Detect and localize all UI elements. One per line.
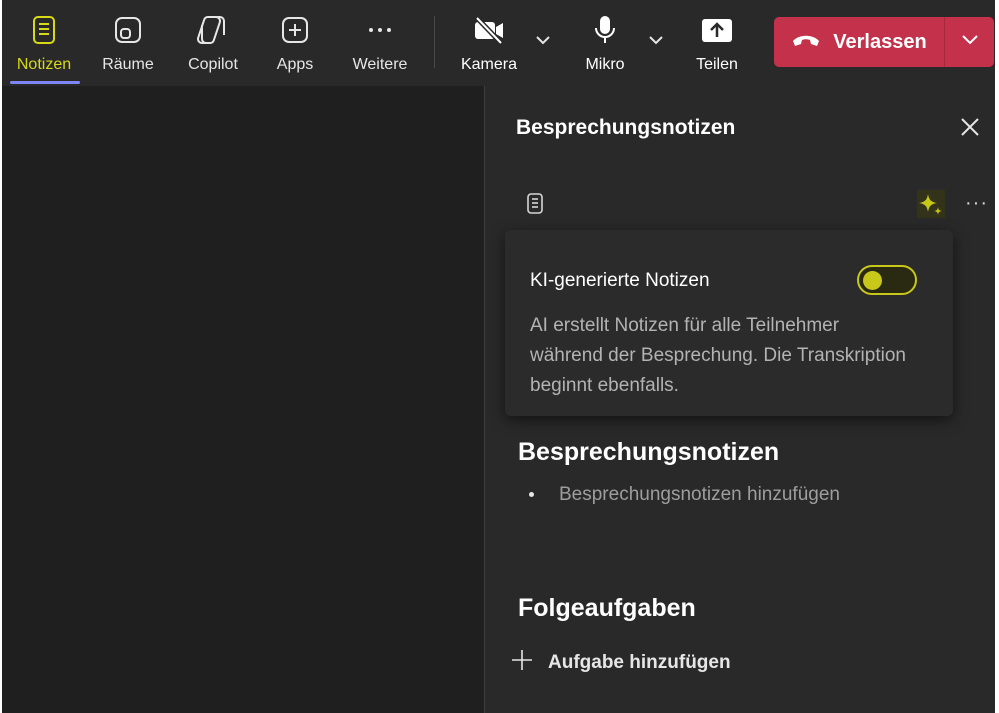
microphone-icon (593, 13, 617, 47)
toolbar-notes-button[interactable]: Notizen (9, 0, 79, 86)
toolbar-more-button[interactable]: Weitere (346, 0, 414, 86)
copilot-icon (195, 13, 231, 47)
toolbar-rooms-label: Räume (102, 56, 154, 73)
meeting-window: Notizen Räume Copilot Apps Weitere Kamer… (2, 0, 995, 713)
toolbar-apps-label: Apps (276, 56, 314, 73)
notes-heading: Besprechungsnotizen (518, 438, 780, 466)
mic-options-chevron-icon[interactable] (648, 33, 664, 51)
toolbar-share-label: Teilen (696, 56, 738, 73)
meeting-toolbar: Notizen Räume Copilot Apps Weitere Kamer… (2, 0, 995, 86)
camera-options-chevron-icon[interactable] (535, 33, 551, 51)
toolbar-divider (434, 16, 435, 68)
toolbar-apps-button[interactable]: Apps (264, 0, 326, 86)
chevron-down-icon (960, 33, 980, 52)
panel-more-options-icon[interactable]: ··· (965, 192, 988, 215)
bullet-point (529, 492, 534, 497)
apps-icon (280, 13, 310, 47)
meeting-stage (2, 86, 484, 713)
tasks-heading: Folgeaufgaben (518, 594, 696, 622)
leave-options-button[interactable] (945, 17, 994, 67)
leave-label: Verlassen (833, 30, 927, 53)
camera-off-icon (472, 13, 506, 47)
add-notes-input[interactable]: Besprechungsnotizen hinzufügen (559, 484, 840, 506)
add-task-button[interactable]: Aufgabe hinzufügen (510, 648, 731, 677)
toolbar-mic-label: Mikro (585, 56, 625, 73)
sparkle-icon (917, 190, 945, 222)
plus-icon (510, 648, 534, 677)
close-icon (959, 118, 981, 142)
phone-hangup-icon (791, 32, 821, 53)
notes-document-icon (525, 192, 545, 221)
ai-notes-toggle[interactable] (857, 265, 917, 295)
more-icon (365, 13, 395, 47)
toolbar-more-label: Weitere (352, 56, 408, 73)
rooms-icon (113, 13, 143, 47)
toolbar-notes-label: Notizen (16, 56, 72, 73)
ai-notes-title: KI-generierte Notizen (530, 270, 710, 291)
toolbar-camera-button[interactable]: Kamera (456, 0, 522, 86)
add-task-label: Aufgabe hinzufügen (548, 651, 731, 673)
ai-notes-button[interactable] (917, 190, 945, 223)
toggle-knob (863, 271, 882, 290)
ai-notes-popup: KI-generierte Notizen AI erstellt Notize… (505, 230, 953, 416)
toolbar-camera-label: Kamera (460, 56, 518, 73)
ai-notes-description: AI erstellt Notizen für alle Teilnehmer … (530, 315, 906, 396)
toolbar-mic-button[interactable]: Mikro (574, 0, 636, 86)
share-icon (701, 13, 733, 47)
active-tab-indicator (10, 81, 80, 84)
close-panel-button[interactable] (959, 116, 981, 143)
notes-icon (31, 13, 57, 47)
panel-title: Besprechungsnotizen (516, 116, 736, 139)
toolbar-share-button[interactable]: Teilen (686, 0, 748, 86)
notes-panel: Besprechungsnotizen ··· KI-generierte No… (484, 86, 995, 713)
toolbar-copilot-button[interactable]: Copilot (178, 0, 248, 86)
leave-button[interactable]: Verlassen (774, 17, 944, 67)
toolbar-copilot-label: Copilot (188, 56, 238, 73)
leave-button-group: Verlassen (774, 17, 994, 67)
toolbar-rooms-button[interactable]: Räume (94, 0, 162, 86)
